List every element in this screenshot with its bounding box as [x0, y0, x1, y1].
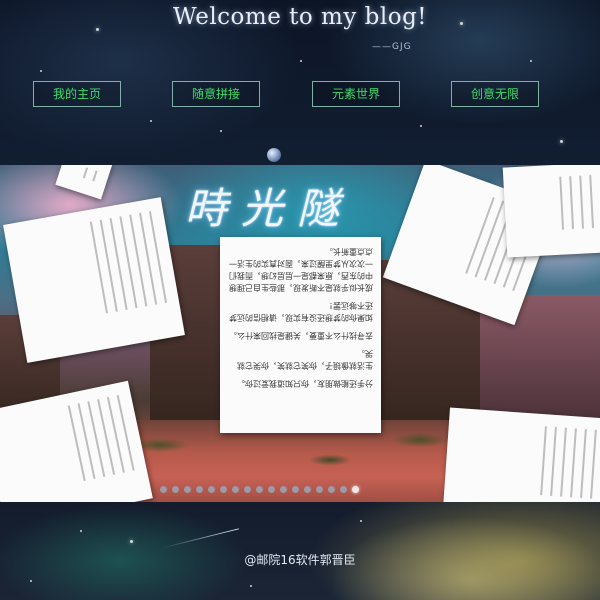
- nav-creativity-button[interactable]: 创意无限: [451, 81, 539, 107]
- star: [250, 585, 252, 587]
- slider-dot[interactable]: [304, 486, 311, 493]
- paper-card: [55, 165, 113, 200]
- paper-card: [442, 407, 600, 502]
- quote-paragraph: 成长似乎就是不断发现，那些生自己理想中的东西，原来都是一层层幻想，而我们一次次从…: [229, 247, 373, 292]
- star: [30, 580, 32, 582]
- planet-icon: [267, 148, 281, 162]
- slider-dot[interactable]: [220, 486, 227, 493]
- blog-title: Welcome to my blog!: [172, 4, 428, 30]
- star: [300, 60, 302, 62]
- nav-my-homepage-button[interactable]: 我的主页: [33, 81, 121, 107]
- quote-paragraph: 生活就像镜子，你笑它就笑，你哭它就哭。: [237, 349, 373, 370]
- star: [420, 125, 422, 127]
- banner-art-title: 時光隧: [185, 184, 354, 233]
- slider-dot[interactable]: [328, 486, 335, 493]
- slider-dot[interactable]: [232, 486, 239, 493]
- slider-dot[interactable]: [208, 486, 215, 493]
- slider-dot[interactable]: [352, 486, 359, 493]
- banner-slider: 時光隧 成长似乎就是不断发现，那些生自己理想中的东西，原来都是一层层幻想，而我们…: [0, 165, 600, 502]
- star: [560, 140, 563, 143]
- slider-dot[interactable]: [184, 486, 191, 493]
- slider-dot[interactable]: [256, 486, 263, 493]
- quote-card: 成长似乎就是不断发现，那些生自己理想中的东西，原来都是一层层幻想，而我们一次次从…: [220, 237, 381, 433]
- quote-paragraph: 如果你的梦想还没有实现，请相信的远梦还不够远罢！: [229, 301, 373, 322]
- author-signature: ——GJG: [372, 42, 412, 52]
- slider-dot[interactable]: [316, 486, 323, 493]
- footer-credit: @邮院16软件郭晋臣: [244, 553, 356, 567]
- star: [360, 520, 362, 522]
- slider-dot[interactable]: [268, 486, 275, 493]
- paper-card: [502, 165, 600, 258]
- star: [150, 120, 152, 122]
- nav-element-world-button[interactable]: 元素世界: [312, 81, 400, 107]
- slider-dot[interactable]: [160, 486, 167, 493]
- star: [40, 70, 42, 72]
- star: [220, 130, 222, 132]
- main-nav: 我的主页 随意拼接 元素世界 创意无限: [0, 81, 600, 107]
- slider-dot[interactable]: [280, 486, 287, 493]
- nav-random-collage-button[interactable]: 随意拼接: [172, 81, 260, 107]
- slider-pagination: [160, 486, 359, 494]
- slider-dot[interactable]: [172, 486, 179, 493]
- star: [80, 530, 82, 532]
- quote-paragraph: 分手还能做朋友，你只知道我爱过你。: [237, 379, 373, 388]
- slider-dot[interactable]: [340, 486, 347, 493]
- slider-dot[interactable]: [244, 486, 251, 493]
- star: [130, 540, 133, 543]
- slider-dot[interactable]: [196, 486, 203, 493]
- star: [530, 60, 532, 62]
- paper-card: [3, 197, 185, 363]
- slider-dot[interactable]: [292, 486, 299, 493]
- quote-paragraph: 去寻找什么不重要，关键是找回来什么。: [229, 331, 373, 340]
